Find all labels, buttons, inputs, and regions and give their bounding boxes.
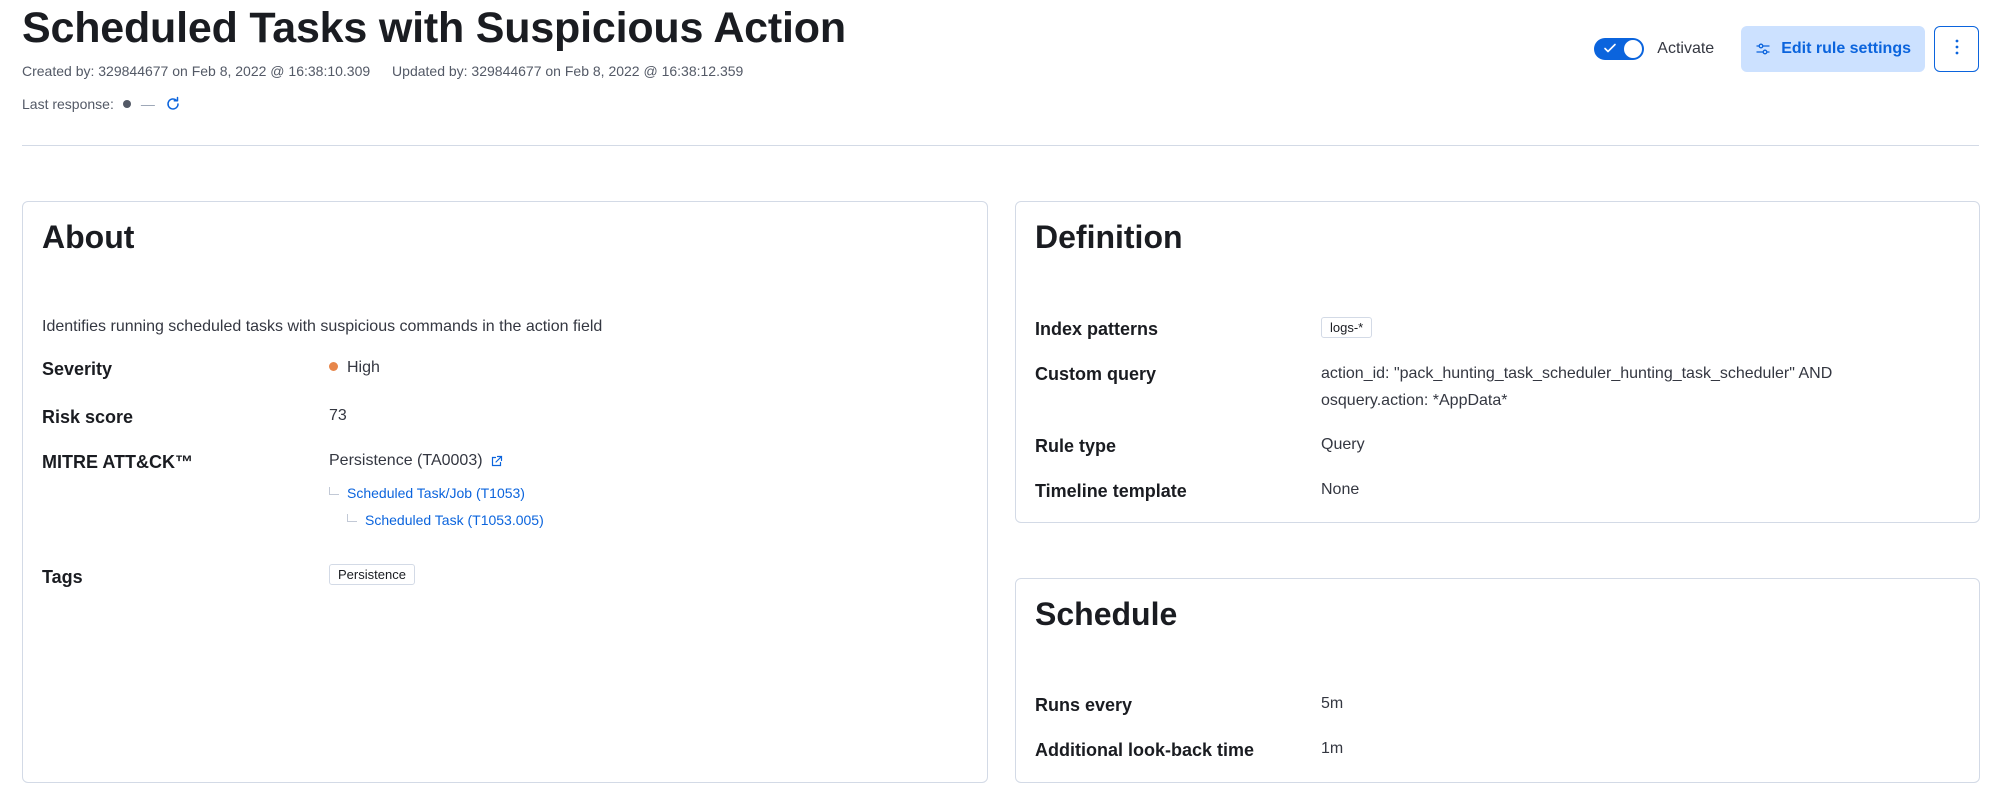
mitre-subtechnique-text: Scheduled Task (T1053.005) [365,512,544,528]
lookback-row: Additional look-back time 1m [1035,740,1960,761]
mitre-subtechnique-link[interactable]: Scheduled Task (T1053.005) [347,512,544,528]
tree-connector [347,514,357,522]
custom-query-row: Custom query action_id: "pack_hunting_ta… [1035,364,1960,409]
severity-value: High [329,359,380,377]
index-patterns-row: Index patterns logs-* [1035,317,1960,340]
custom-query-label: Custom query [1035,364,1157,384]
refresh-icon[interactable] [165,96,181,112]
activate-label: Activate [1657,40,1715,57]
last-response-label: Last response: [22,96,114,112]
last-response-value: — [140,96,155,112]
lookback-label: Additional look-back time [1035,740,1255,760]
definition-title: Definition [1035,219,1183,255]
severity-dot [329,362,338,372]
severity-text: High [347,359,380,376]
timeline-template-label: Timeline template [1035,481,1187,501]
risk-score-label: Risk score [42,407,134,427]
runs-every-row: Runs every 5m [1035,695,1960,716]
tree-connector [329,487,339,495]
tags-row: Tags Persistence [42,564,968,588]
risk-score-row: Risk score 73 [42,407,968,428]
lookback-value: 1m [1321,740,1344,757]
vertical-dots-icon [1955,39,1959,60]
mitre-technique-link[interactable]: Scheduled Task/Job (T1053) [329,485,525,501]
timeline-template-value: None [1321,481,1360,498]
rule-type-value: Query [1321,436,1365,453]
definition-panel: Definition Index patterns logs-* Custom … [1015,201,1980,523]
edit-rule-settings-label: Edit rule settings [1781,40,1911,57]
rule-metadata: Created by: 329844677 on Feb 8, 2022 @ 1… [22,63,743,79]
updated-by-text: Updated by: 329844677 on Feb 8, 2022 @ 1… [392,63,744,79]
header-divider [22,145,1979,146]
about-title: About [42,219,135,255]
edit-rule-settings-button[interactable]: Edit rule settings [1741,26,1925,72]
settings-sliders-icon [1755,41,1771,57]
custom-query-line-1: action_id: "pack_hunting_task_scheduler_… [1321,365,1833,382]
about-panel: About Identifies running scheduled tasks… [22,201,988,783]
mitre-technique-text: Scheduled Task/Job (T1053) [347,485,525,501]
index-patterns-value: logs-* [1321,317,1373,338]
rule-type-row: Rule type Query [1035,436,1960,457]
mitre-tactic-link[interactable]: Persistence (TA0003) [329,452,503,470]
more-actions-button[interactable] [1934,26,1979,72]
tag-badge: Persistence [329,564,415,585]
timeline-template-row: Timeline template None [1035,481,1960,502]
rule-description: Identifies running scheduled tasks with … [42,318,603,335]
mitre-tactic-text: Persistence (TA0003) [329,452,483,469]
last-response: Last response: — [22,96,181,112]
created-by-text: Created by: 329844677 on Feb 8, 2022 @ 1… [22,63,371,79]
mitre-row: MITRE ATT&CK™ Persistence (TA0003) [42,452,968,473]
index-patterns-label: Index patterns [1035,319,1159,339]
risk-score-value: 73 [329,407,347,424]
severity-label: Severity [42,359,113,379]
runs-every-label: Runs every [1035,695,1133,715]
schedule-title: Schedule [1035,596,1178,632]
rule-details-page: Scheduled Tasks with Suspicious Action C… [0,0,1999,808]
schedule-panel: Schedule Runs every 5m Additional look-b… [1015,578,1980,783]
severity-row: Severity High [42,359,968,380]
activate-toggle[interactable] [1594,38,1645,60]
status-dot [122,100,131,108]
header-actions: Activate Edit rule settings [1594,26,1979,72]
custom-query-line-2: osquery.action: *AppData* [1321,392,1508,409]
tags-label: Tags [42,567,83,587]
mitre-label: MITRE ATT&CK™ [42,452,193,472]
runs-every-value: 5m [1321,695,1344,712]
rule-type-label: Rule type [1035,436,1117,456]
tags-value: Persistence [329,564,415,585]
external-link-icon [490,455,503,468]
toggle-knob [1623,39,1644,59]
index-pattern-badge: logs-* [1321,317,1373,338]
page-title: Scheduled Tasks with Suspicious Action [22,4,846,52]
check-icon [1603,41,1617,60]
custom-query-value: action_id: "pack_hunting_task_scheduler_… [1321,360,1832,414]
